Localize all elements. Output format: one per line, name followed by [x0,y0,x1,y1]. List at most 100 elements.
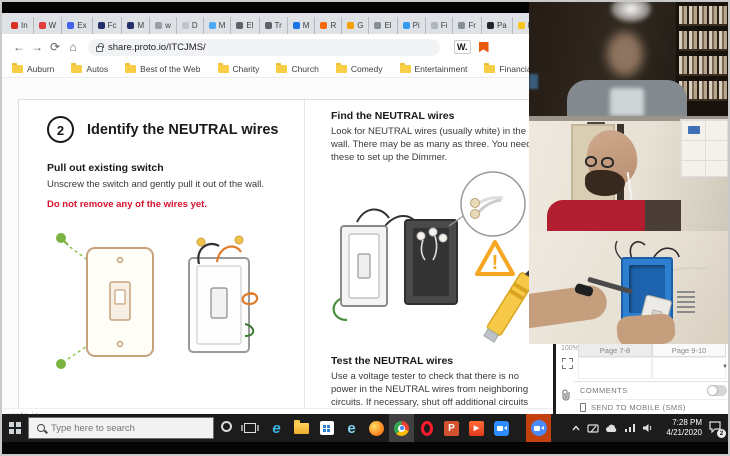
page-thumbnail[interactable] [578,357,652,379]
fullscreen-icon[interactable] [562,358,573,369]
microsoft-store-icon [319,421,334,435]
browser-tab[interactable]: Tr [259,17,288,34]
network-signal-icon[interactable] [624,423,636,433]
bookmark-folder[interactable]: Best of the Web [125,62,201,74]
comments-label: COMMENTS [580,386,628,395]
zoom-icon [530,420,547,436]
zoom-level: 100% [561,345,579,352]
browser-tab[interactable]: Fr [453,17,482,34]
taskbar-app[interactable]: ▶ [464,414,489,442]
bookmark-folder[interactable]: Autos [71,62,108,74]
browser-tab[interactable]: Fc [92,17,123,34]
taskbar-search[interactable] [28,417,214,439]
page-thumbnail[interactable] [652,357,726,379]
browser-tab[interactable]: W [33,17,63,34]
start-button[interactable] [2,414,28,442]
taskbar-app[interactable] [289,414,314,442]
reload-icon[interactable]: ⟳ [46,40,64,54]
bookmark-folder[interactable]: Comedy [335,62,383,74]
warning-text: Do not remove any of the wires yet. [47,199,207,210]
browser-tab[interactable]: w [150,17,177,34]
task-view-button[interactable] [238,423,262,433]
taskbar-app[interactable] [414,414,439,442]
browser-tab[interactable]: Fi [425,17,454,34]
cortana-button[interactable] [214,419,238,437]
bookmark-folder[interactable]: Charity [217,62,259,74]
taskbar-app[interactable]: e [264,414,289,442]
bookmark-folder[interactable]: Church [276,62,319,74]
taskbar-apps: e e P ▶ [264,414,551,442]
address-bar[interactable]: share.proto.io/ITCJMS/ [88,38,440,56]
bookmark-label: Comedy [350,63,383,74]
browser-tab[interactable]: M [203,17,232,34]
onedrive-cloud-icon[interactable] [605,424,618,433]
send-to-mobile-row[interactable]: SEND TO MOBILE (SMS) [574,399,728,414]
pen-tablet-icon[interactable] [587,423,599,434]
taskbar-app[interactable] [389,414,414,442]
scroll-down-icon[interactable]: ▼ [722,364,728,370]
browser-tab[interactable]: G [342,17,370,34]
browser-tab[interactable]: Ex [62,17,93,34]
bookmark-label: Church [291,63,319,74]
back-icon[interactable]: ← [10,40,28,54]
w-extension-icon[interactable]: W. [454,40,471,54]
powerpoint-icon: P [444,420,459,436]
bookmark-folder[interactable]: Entertainment [399,62,467,74]
tab-label: Ex [77,21,87,30]
taskbar-app[interactable]: P [439,414,464,442]
monitor-glow [529,74,538,89]
opera-icon [420,420,433,436]
taskbar-app[interactable]: e [339,414,364,442]
speaker-icon[interactable] [642,423,654,433]
tab-favicon-icon [458,22,466,29]
taskbar-clock[interactable]: 7:28 PM 4/21/2020 [660,418,702,439]
neutral-wire-illustration: ! [332,171,536,343]
participant-face-blurred [607,32,643,76]
warning-exclamation: ! [492,252,499,274]
browser-tab[interactable]: Pi [397,17,426,34]
url-text[interactable]: share.proto.io/ITCJMS/ [108,42,206,53]
find-heading: Find the NEUTRAL wires [331,110,455,122]
taskbar-app[interactable] [489,414,514,442]
flag-extension-icon[interactable] [478,41,489,53]
tab-favicon-icon [38,22,46,29]
bookmark-label: Best of the Web [140,63,201,74]
tab-label: M [218,21,226,30]
taskbar-app[interactable] [314,414,339,442]
tab-label: M [137,21,145,30]
bookmark-folder[interactable]: Financial [484,62,533,74]
show-hidden-icons-chevron[interactable] [571,423,581,433]
page-tab[interactable]: Page 7-8 [578,344,652,357]
browser-tab[interactable]: In [6,17,34,34]
tab-favicon-icon [67,22,75,29]
bookmark-folder[interactable]: Auburn [12,62,54,74]
folder-icon [125,62,137,73]
taskbar-app[interactable] [364,414,389,442]
participant-hoodie [567,80,687,116]
browser-tab[interactable]: R [315,17,343,34]
page-tab[interactable]: Page 9-10 [652,344,726,357]
browser-tab[interactable]: El [231,17,260,34]
protoio-viewer-panel: 100% Page 7-8 Page 9-10 ▼ COMMENTS SEND … [553,344,728,414]
browser-tab[interactable]: Pa [481,17,513,34]
action-center-button[interactable]: 2 [708,420,726,438]
video-participant-3-demo[interactable] [529,231,728,344]
tab-label: In [21,21,28,30]
browser-tab[interactable]: El [369,17,398,34]
video-app-icon: ▶ [469,420,484,436]
search-input[interactable] [51,422,191,434]
edge-icon: e [272,419,281,437]
folder-icon [12,62,23,73]
browser-tab[interactable]: D [176,17,204,34]
file-explorer-icon [294,420,309,434]
video-participant-1[interactable] [529,2,728,116]
video-participant-2[interactable] [529,116,728,231]
taskbar-app[interactable] [526,414,551,442]
forward-icon[interactable]: → [28,40,46,54]
browser-tab[interactable]: M [287,17,316,34]
home-icon[interactable]: ⌂ [64,40,82,54]
comments-toggle[interactable] [707,385,727,396]
folder-icon [399,62,411,73]
browser-tab[interactable]: M [122,17,151,34]
attachment-icon[interactable] [561,388,573,402]
